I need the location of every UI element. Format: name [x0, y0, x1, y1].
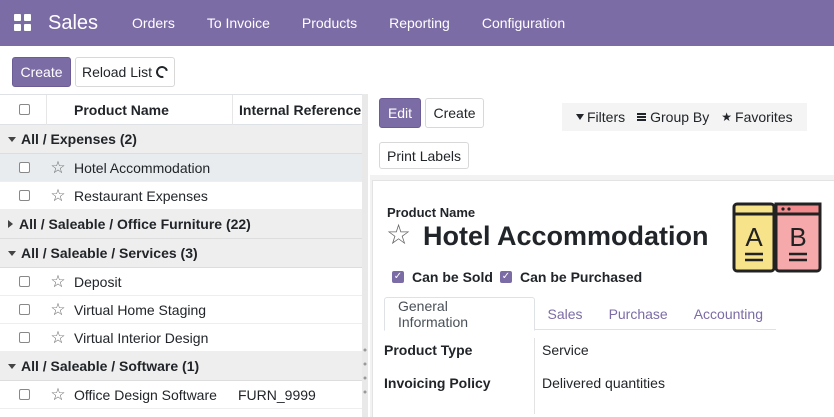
edit-label: Edit [387, 105, 413, 121]
form-create-label: Create [433, 105, 476, 121]
row-checkbox[interactable] [19, 190, 30, 201]
app-name[interactable]: Sales [48, 12, 98, 35]
menu-orders[interactable]: Orders [116, 15, 191, 31]
tab-accounting[interactable]: Accounting [681, 297, 776, 330]
star-icon[interactable]: ☆ [50, 329, 65, 346]
can-be-purchased-checkbox[interactable]: ✓ Can be Purchased [500, 269, 642, 285]
product-image[interactable]: A B [732, 199, 822, 274]
checkmark-icon: ✓ [500, 271, 512, 283]
column-header-internal-reference[interactable]: Internal Reference [232, 95, 362, 125]
image-letter-a: A [745, 222, 763, 252]
tab-sales[interactable]: Sales [535, 297, 596, 330]
table-row[interactable]: ☆ Restaurant Expenses [0, 182, 366, 210]
apps-menu-icon[interactable] [14, 14, 32, 32]
star-icon[interactable]: ☆ [50, 159, 65, 176]
caret-down-icon [8, 136, 16, 142]
refresh-icon [153, 63, 171, 81]
table-row[interactable]: ☆ Office Design Software FURN_9999 [0, 381, 366, 409]
caret-down-icon [8, 363, 16, 369]
panel-splitter[interactable] [362, 94, 368, 417]
bars-icon [637, 113, 647, 121]
select-all-checkbox[interactable] [19, 104, 30, 115]
favorites-button[interactable]: ★ Favorites [715, 109, 798, 125]
product-list: Product Name Internal Reference All / Ex… [0, 94, 366, 417]
star-icon[interactable]: ☆ [50, 386, 65, 403]
table-row[interactable]: ☆ Virtual Interior Design [0, 324, 366, 352]
group-label: All / Saleable / Software (1) [21, 358, 200, 374]
group-row-services[interactable]: All / Saleable / Services (3) [0, 239, 366, 268]
group-row-expenses[interactable]: All / Expenses (2) [0, 125, 366, 154]
product-name-label: Product Name [387, 205, 476, 220]
print-labels-button[interactable]: Print Labels [379, 142, 469, 169]
filter-icon [576, 114, 584, 120]
caret-down-icon [8, 250, 16, 256]
product-name-cell: Hotel Accommodation [74, 159, 211, 176]
row-checkbox[interactable] [19, 389, 30, 400]
row-checkbox[interactable] [19, 332, 30, 343]
tab-general-information[interactable]: General Information [384, 297, 535, 331]
filters-button[interactable]: Filters [570, 109, 631, 125]
product-name-cell: Restaurant Expenses [74, 187, 208, 204]
star-icon[interactable]: ☆ [50, 273, 65, 290]
group-by-button[interactable]: Group By [631, 109, 715, 125]
image-letter-b: B [789, 222, 806, 252]
menu-to-invoice[interactable]: To Invoice [191, 15, 286, 31]
menu-products[interactable]: Products [286, 15, 373, 31]
table-row[interactable]: ☆ Virtual Home Staging [0, 296, 366, 324]
can-be-sold-label: Can be Sold [412, 269, 493, 285]
list-create-button[interactable]: Create [12, 57, 71, 87]
star-icon[interactable]: ☆ [50, 301, 65, 318]
group-by-label: Group By [650, 109, 710, 125]
top-navbar: Sales Orders To Invoice Products Reporti… [0, 0, 834, 46]
favorites-label: Favorites [735, 109, 793, 125]
product-name-cell: Virtual Home Staging [74, 301, 207, 318]
reload-list-label: Reload List [81, 64, 153, 80]
product-type-label: Product Type [384, 342, 473, 358]
row-checkbox[interactable] [19, 276, 30, 287]
group-row-office-furniture[interactable]: All / Saleable / Office Furniture (22) [0, 210, 366, 239]
product-name-title[interactable]: Hotel Accommodation [423, 221, 709, 252]
field-divider [534, 338, 535, 414]
reference-cell: FURN_9999 [238, 386, 316, 403]
row-checkbox[interactable] [19, 162, 30, 173]
edit-button[interactable]: Edit [379, 98, 421, 128]
list-header: Product Name Internal Reference [0, 95, 366, 125]
table-row[interactable]: ☆ Deposit [0, 268, 366, 296]
checkmark-icon: ✓ [392, 271, 404, 283]
star-icon[interactable]: ☆ [386, 221, 411, 249]
drag-handle-icon [363, 348, 367, 394]
form-create-button[interactable]: Create [425, 98, 484, 128]
invoicing-policy-label: Invoicing Policy [384, 375, 491, 391]
group-row-software[interactable]: All / Saleable / Software (1) [0, 352, 366, 381]
star-icon: ★ [721, 110, 733, 124]
form-tabs: General Information Sales Purchase Accou… [384, 297, 776, 331]
group-label: All / Saleable / Office Furniture (22) [19, 216, 251, 232]
tab-purchase[interactable]: Purchase [596, 297, 681, 330]
can-be-sold-checkbox[interactable]: ✓ Can be Sold [392, 269, 493, 285]
reload-list-button[interactable]: Reload List [75, 57, 175, 87]
star-icon[interactable]: ☆ [50, 187, 65, 204]
invoicing-policy-value[interactable]: Delivered quantities [542, 375, 665, 391]
print-labels-label: Print Labels [387, 147, 461, 164]
product-name-cell: Virtual Interior Design [74, 329, 209, 346]
search-options-bar: Filters Group By ★ Favorites [562, 103, 807, 131]
menu-reporting[interactable]: Reporting [373, 15, 466, 31]
menu-configuration[interactable]: Configuration [466, 15, 581, 31]
caret-right-icon [8, 220, 13, 228]
group-label: All / Saleable / Services (3) [21, 245, 198, 261]
column-header-product-name[interactable]: Product Name [70, 102, 232, 118]
product-name-cell: Deposit [74, 273, 122, 290]
product-type-value[interactable]: Service [542, 342, 589, 358]
product-name-cell: Office Design Software [74, 386, 217, 403]
table-row[interactable]: ☆ Hotel Accommodation [0, 154, 366, 182]
list-create-label: Create [20, 64, 63, 80]
filters-label: Filters [587, 109, 626, 125]
can-be-purchased-label: Can be Purchased [520, 269, 643, 285]
row-checkbox[interactable] [19, 304, 30, 315]
group-label: All / Expenses (2) [21, 131, 137, 147]
